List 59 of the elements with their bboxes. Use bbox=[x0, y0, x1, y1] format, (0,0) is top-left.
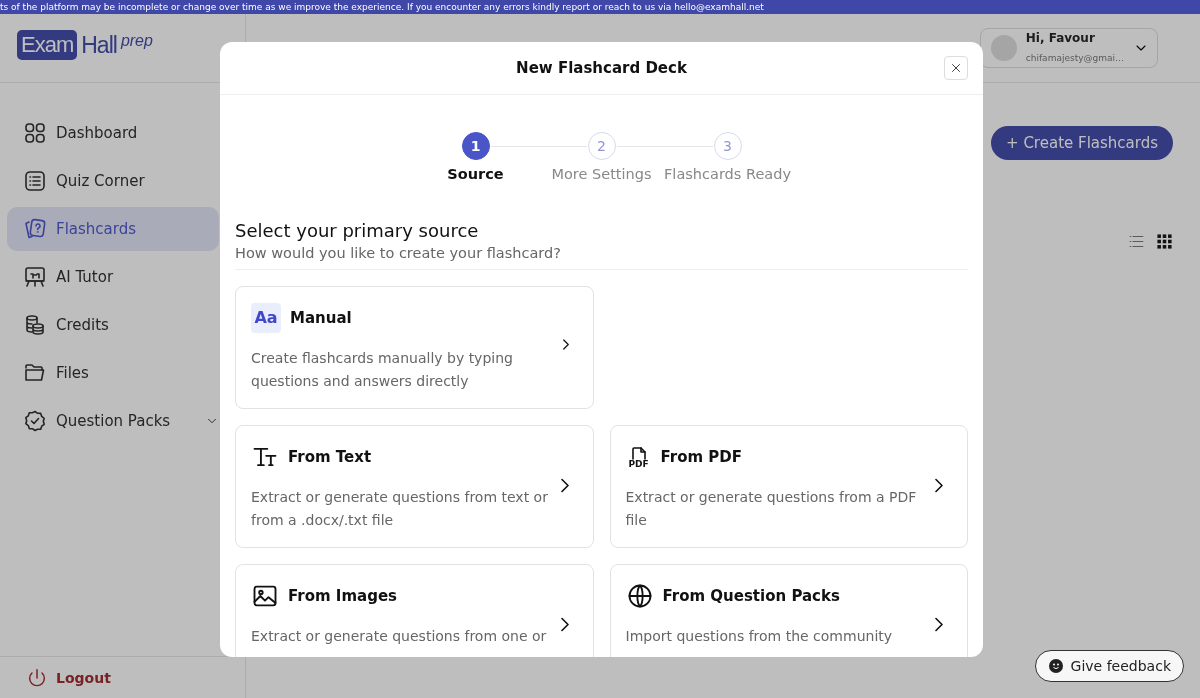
sidebar-item[interactable]: Quiz Corner bbox=[7, 159, 219, 203]
section-subtitle: How would you like to create your flashcard? bbox=[235, 245, 968, 270]
smiley-icon bbox=[1048, 659, 1063, 673]
source-option-card[interactable]: PDF From PDF Extract or generate questions from a PDF file bbox=[609, 425, 968, 548]
letters-icon: Aa bbox=[251, 303, 281, 333]
user-greeting: Hi, Favour bbox=[1025, 31, 1096, 46]
step-number: 3 bbox=[713, 132, 742, 160]
source-description: Create flashcards manually by typing questions and answers directly bbox=[251, 349, 514, 391]
chevron-right-icon bbox=[560, 617, 569, 632]
step-number: 2 bbox=[587, 132, 616, 160]
badge-check-icon bbox=[23, 409, 47, 433]
close-icon bbox=[949, 61, 963, 75]
source-description: Extract or generate questions from one or bbox=[251, 627, 548, 646]
give-feedback-button[interactable]: Give feedback bbox=[1034, 650, 1184, 682]
source-title: From Text bbox=[288, 451, 372, 463]
chevron-right-icon bbox=[560, 478, 569, 493]
logo-text: Hall bbox=[81, 31, 117, 59]
step-label: Flashcards Ready bbox=[664, 168, 791, 180]
notice-banner-text: ts of the platform may be incomplete or change over time as we improve the experience. If you encounter any errors kindly report or reach to us via hello@examhall.net bbox=[0, 1, 764, 13]
sidebar-item[interactable]: AI Tutor bbox=[7, 255, 219, 299]
modal-title: New Flashcard Deck bbox=[516, 62, 687, 74]
source-description: Extract or generate questions from a PDF file bbox=[625, 488, 918, 530]
logo-badge: Exam bbox=[17, 30, 78, 60]
card-icon bbox=[23, 217, 47, 241]
logout-button[interactable]: Logout bbox=[26, 666, 111, 689]
sidebar-item[interactable]: Question Packs bbox=[7, 399, 219, 443]
source-title: From PDF bbox=[660, 451, 743, 463]
avatar-icon bbox=[990, 35, 1017, 61]
whiteboard-icon bbox=[23, 265, 47, 289]
grid-view-icon[interactable] bbox=[1156, 233, 1173, 250]
create-flashcards-button[interactable]: + Create Flashcards bbox=[991, 126, 1173, 160]
sidebar-item[interactable]: Files bbox=[7, 351, 219, 395]
power-icon bbox=[26, 666, 48, 689]
source-description: Extract or generate questions from text or from a .docx/.txt file bbox=[251, 488, 549, 530]
dashboard-icon bbox=[23, 121, 47, 145]
section-heading: Select your primary source bbox=[235, 220, 480, 241]
source-title: From Question Packs bbox=[662, 590, 840, 602]
chevron-right-icon bbox=[935, 617, 943, 632]
source-option-card[interactable]: From Text Extract or generate questions from text or from a .docx/.txt file bbox=[235, 425, 594, 548]
source-title: From Images bbox=[288, 590, 397, 602]
close-button[interactable] bbox=[944, 56, 968, 80]
sidebar-item[interactable]: Dashboard bbox=[7, 111, 219, 155]
list-view-icon[interactable] bbox=[1128, 233, 1145, 250]
list-icon bbox=[23, 169, 47, 193]
step-label: More Settings bbox=[551, 168, 652, 180]
source-description: Import questions from the community bbox=[625, 627, 894, 646]
user-email: chifamajesty@gmai… bbox=[1025, 52, 1124, 65]
step-number: 1 bbox=[461, 132, 490, 160]
coins-icon bbox=[23, 313, 47, 337]
sidebar-item[interactable]: Credits bbox=[7, 303, 219, 347]
source-option-card[interactable]: From Images Extract or generate questions from one or bbox=[235, 564, 594, 657]
step-label: Source bbox=[447, 168, 504, 180]
chevron-right-icon bbox=[562, 339, 569, 350]
chevron-right-icon bbox=[935, 478, 943, 493]
logo-suffix: prep bbox=[120, 32, 153, 50]
source-title: Manual bbox=[290, 312, 352, 324]
source-option-card[interactable]: Aa Manual Create flashcards manually by typing questions and answers directly bbox=[235, 286, 594, 409]
source-option-card[interactable]: From Question Packs Import questions from the community bbox=[609, 564, 968, 657]
sidebar-item[interactable]: Flashcards bbox=[7, 207, 219, 251]
